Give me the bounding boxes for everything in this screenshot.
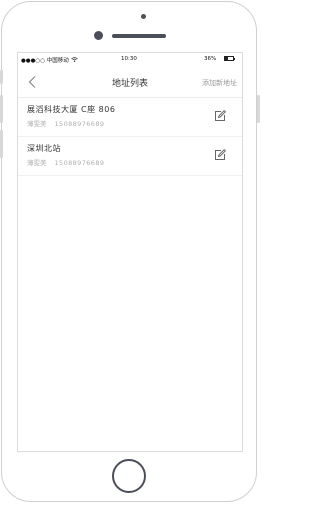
add-address-button[interactable]: 添加新地址: [202, 78, 237, 88]
status-bar: ●●●○○ 中国移动 10:30 36%: [18, 53, 242, 66]
battery-icon: [224, 56, 234, 61]
edit-icon[interactable]: [213, 109, 227, 123]
battery-fill: [225, 57, 228, 60]
address-list: 展滔科技大厦 C座 806 薄雯美 15088976689 深圳北站 薄雯美 150889…: [18, 98, 242, 176]
battery-cap: [234, 57, 235, 60]
carrier-label: ●●●○○ 中国移动: [21, 58, 69, 64]
earpiece-speaker: [112, 34, 166, 38]
volume-up-button: [0, 95, 3, 123]
power-button: [257, 95, 260, 123]
address-name: 展滔科技大厦 C座 806: [27, 105, 116, 114]
volume-down-button: [0, 130, 3, 158]
wifi-icon: [70, 57, 78, 62]
home-button[interactable]: [112, 459, 146, 493]
battery-percent: 36%: [204, 56, 217, 62]
edit-icon[interactable]: [213, 148, 227, 162]
proximity-sensor: [141, 14, 146, 19]
front-camera: [94, 31, 103, 40]
contact-phone: 15088976689: [54, 159, 105, 167]
nav-bar: 地址列表 添加新地址: [18, 66, 242, 98]
address-name: 深圳北站: [27, 144, 61, 153]
phone-mockup: ●●●○○ 中国移动 10:30 36% 地址列表 添加新地址 展滔科技大厦 C…: [0, 0, 260, 505]
address-contact-line: 薄雯美 15088976689: [27, 118, 104, 128]
address-item[interactable]: 深圳北站薄雯美 15088976689: [18, 137, 242, 176]
contact-phone: 15088976689: [54, 120, 105, 128]
address-contact-line: 薄雯美 15088976689: [27, 157, 104, 167]
contact-name: 薄雯美: [27, 159, 47, 167]
contact-name: 薄雯美: [27, 120, 47, 128]
mute-switch: [0, 70, 3, 84]
address-item[interactable]: 展滔科技大厦 C座 806 薄雯美 15088976689: [18, 98, 242, 137]
app-screen: ●●●○○ 中国移动 10:30 36% 地址列表 添加新地址 展滔科技大厦 C…: [17, 52, 243, 452]
status-time: 10:30: [121, 56, 137, 62]
